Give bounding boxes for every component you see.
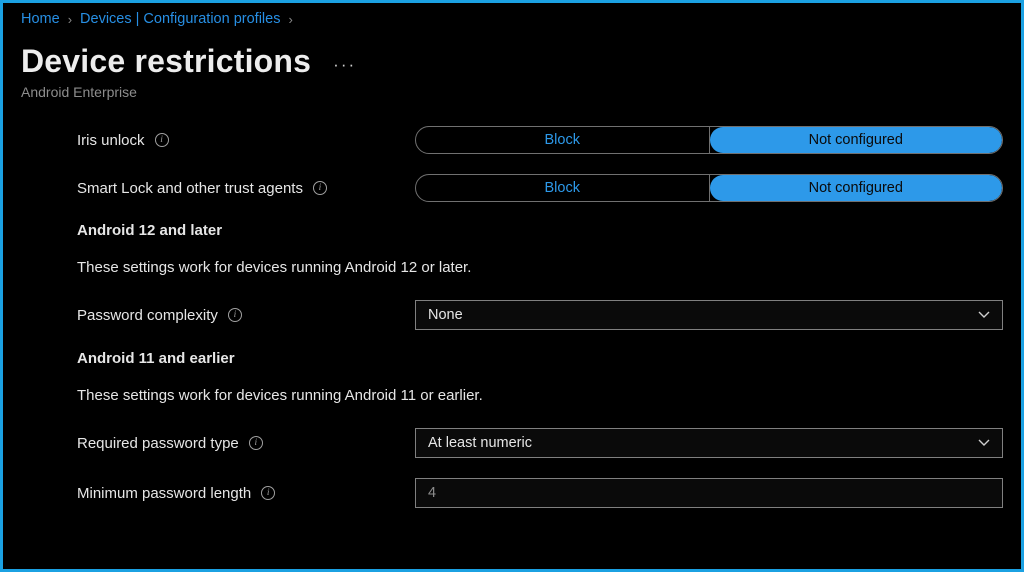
section-desc-android11: These settings work for devices running … [77, 387, 1003, 404]
setting-row-password-complexity: Password complexity i None [77, 300, 1003, 330]
toggle-not-configured[interactable]: Not configured [710, 175, 1003, 201]
dropdown-value: None [428, 307, 463, 323]
page-subtitle: Android Enterprise [21, 84, 1003, 100]
breadcrumb-devices[interactable]: Devices | Configuration profiles [80, 11, 280, 27]
section-heading-android11: Android 11 and earlier [77, 350, 1003, 367]
setting-row-required-password-type: Required password type i At least numeri… [77, 428, 1003, 458]
iris-unlock-toggle[interactable]: Block Not configured [415, 126, 1003, 154]
iris-unlock-label: Iris unlock [77, 132, 145, 149]
more-actions-button[interactable]: ··· [333, 49, 356, 75]
breadcrumb: Home › Devices | Configuration profiles … [21, 9, 1003, 43]
min-password-length-label: Minimum password length [77, 485, 251, 502]
password-complexity-dropdown[interactable]: None [415, 300, 1003, 330]
chevron-right-icon: › [68, 12, 72, 27]
chevron-down-icon [978, 439, 990, 447]
info-icon[interactable]: i [155, 133, 169, 147]
required-password-type-label: Required password type [77, 435, 239, 452]
info-icon[interactable]: i [228, 308, 242, 322]
section-desc-android12: These settings work for devices running … [77, 259, 1003, 276]
setting-row-min-password-length: Minimum password length i [77, 478, 1003, 508]
info-icon[interactable]: i [249, 436, 263, 450]
section-heading-android12: Android 12 and later [77, 222, 1003, 239]
dropdown-value: At least numeric [428, 435, 532, 451]
setting-row-iris-unlock: Iris unlock i Block Not configured [77, 126, 1003, 154]
toggle-not-configured[interactable]: Not configured [710, 127, 1003, 153]
setting-row-smart-lock: Smart Lock and other trust agents i Bloc… [77, 174, 1003, 202]
info-icon[interactable]: i [261, 486, 275, 500]
required-password-type-dropdown[interactable]: At least numeric [415, 428, 1003, 458]
chevron-down-icon [978, 311, 990, 319]
toggle-block[interactable]: Block [416, 175, 710, 201]
password-complexity-label: Password complexity [77, 307, 218, 324]
smart-lock-label: Smart Lock and other trust agents [77, 180, 303, 197]
chevron-right-icon: › [288, 12, 292, 27]
info-icon[interactable]: i [313, 181, 327, 195]
breadcrumb-home[interactable]: Home [21, 11, 60, 27]
page-title: Device restrictions [21, 43, 311, 80]
toggle-block[interactable]: Block [416, 127, 710, 153]
smart-lock-toggle[interactable]: Block Not configured [415, 174, 1003, 202]
min-password-length-input[interactable] [415, 478, 1003, 508]
